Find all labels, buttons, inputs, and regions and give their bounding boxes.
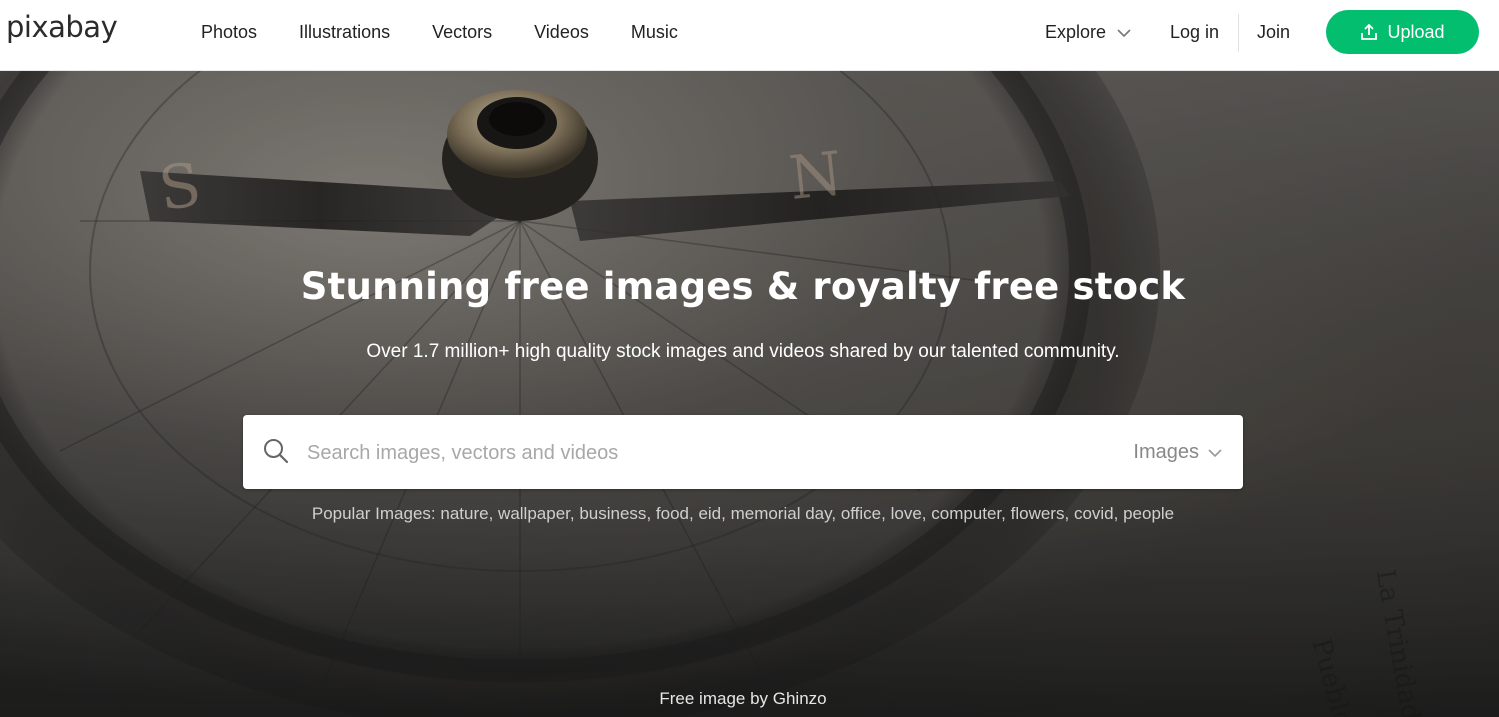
nav-link-illustrations[interactable]: Illustrations (299, 22, 390, 43)
popular-term[interactable]: people (1123, 504, 1174, 523)
popular-term[interactable]: computer (931, 504, 1001, 523)
nav-link-videos[interactable]: Videos (534, 22, 589, 43)
login-link[interactable]: Log in (1170, 22, 1219, 43)
popular-searches: Popular Images: nature, wallpaper, busin… (311, 504, 1175, 523)
popular-term[interactable]: covid (1074, 504, 1114, 523)
popular-term[interactable]: office (841, 504, 881, 523)
upload-label: Upload (1387, 21, 1445, 42)
chevron-down-icon (1208, 448, 1222, 457)
explore-label: Explore (1045, 22, 1107, 42)
popular-term[interactable]: flowers (1011, 504, 1065, 523)
media-type-label: Images (1133, 441, 1199, 463)
upload-icon (1361, 23, 1378, 40)
media-type-select[interactable]: Images (1133, 441, 1223, 464)
hero-background-image: S N La Trinidad Pueblo (0, 71, 1499, 717)
popular-term[interactable]: wallpaper (498, 504, 570, 523)
hero-title: Stunning free images & royalty free stoc… (300, 265, 1186, 308)
join-link[interactable]: Join (1257, 22, 1290, 43)
nav-link-photos[interactable]: Photos (201, 22, 257, 43)
nav-link-music[interactable]: Music (631, 22, 678, 43)
hero-section: S N La Trinidad Pueblo Stunning free ima… (0, 71, 1499, 717)
pixabay-logo[interactable]: pixabay (6, 10, 118, 44)
main-nav: Photos Illustrations Vectors Videos Musi… (201, 22, 720, 43)
popular-term[interactable]: food (656, 504, 689, 523)
popular-term[interactable]: eid (698, 504, 721, 523)
chevron-down-icon (1117, 28, 1131, 37)
explore-menu[interactable]: Explore (1045, 22, 1132, 43)
nav-divider (1238, 14, 1239, 52)
search-input[interactable] (305, 433, 1109, 473)
search-bar: Images (243, 415, 1243, 489)
popular-label: Popular Images: (311, 504, 436, 523)
image-credit[interactable]: Free image by Ghinzo (0, 689, 1486, 709)
nav-link-vectors[interactable]: Vectors (432, 22, 492, 43)
popular-term[interactable]: business (579, 504, 646, 523)
hero-subtitle: Over 1.7 million+ high quality stock ima… (366, 341, 1120, 362)
top-navbar: pixabay Photos Illustrations Vectors Vid… (0, 0, 1499, 71)
popular-term[interactable]: memorial day (731, 504, 832, 523)
popular-term[interactable]: nature (440, 504, 488, 523)
upload-button[interactable]: Upload (1326, 10, 1479, 54)
popular-term[interactable]: love (891, 504, 922, 523)
search-icon[interactable] (263, 438, 289, 464)
